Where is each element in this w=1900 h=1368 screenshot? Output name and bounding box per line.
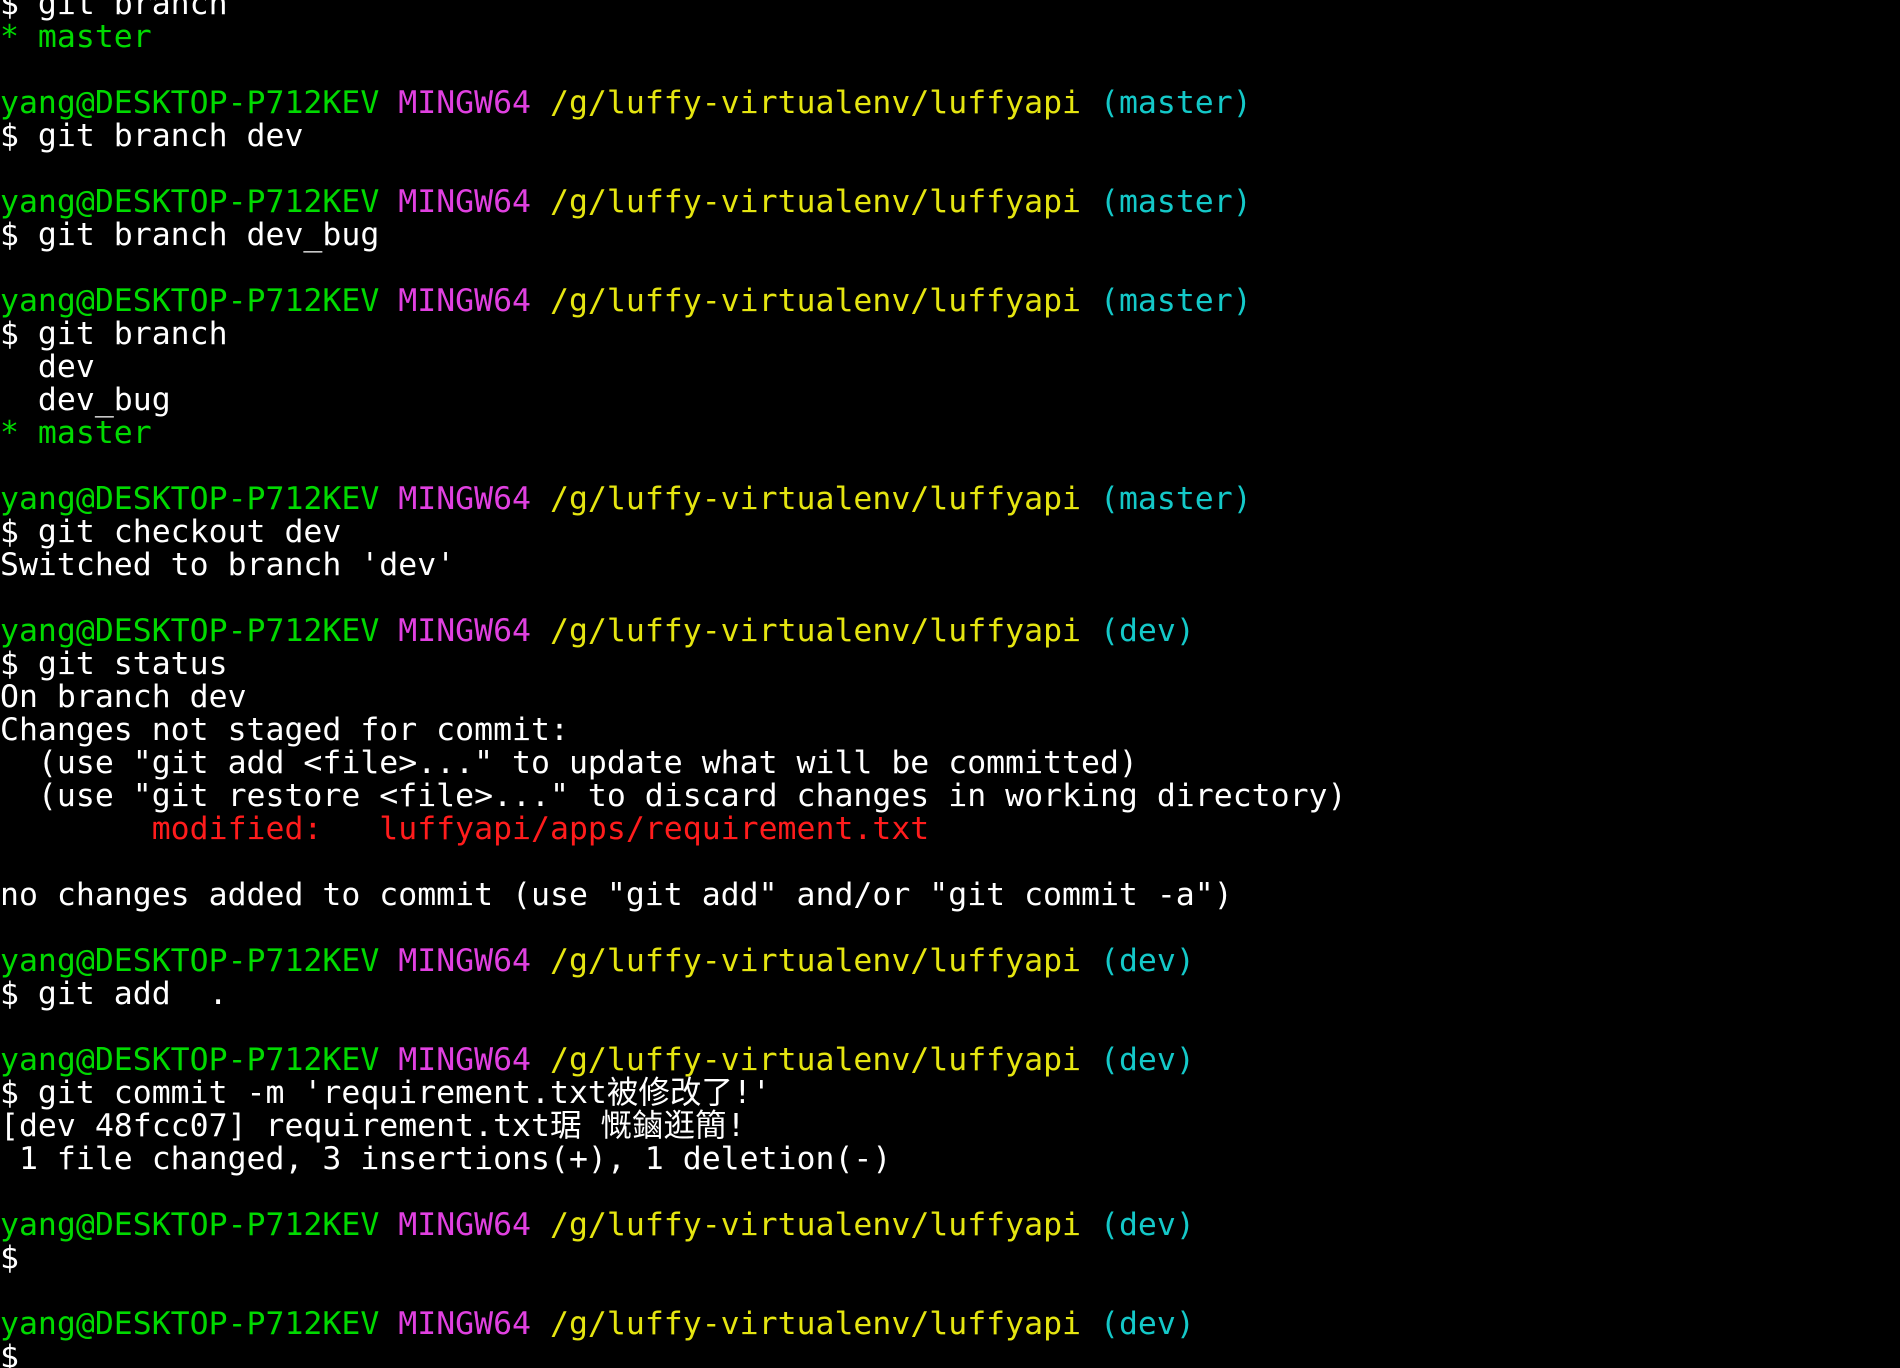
prompt-branch: (dev) (1099, 613, 1195, 649)
prompt-path: /g/luffy-virtualenv/luffyapi (550, 184, 1082, 220)
prompt-path: /g/luffy-virtualenv/luffyapi (550, 283, 1082, 319)
command-line: $ git commit -m 'requirement.txt被修改了!' (0, 1075, 771, 1111)
prompt-system: MINGW64 (398, 1042, 532, 1078)
prompt-line: yang@DESKTOP-P712KEV MINGW64 /g/luffy-vi… (0, 615, 1900, 648)
prompt-line: yang@DESKTOP-P712KEV MINGW64 /g/luffy-vi… (0, 186, 1900, 219)
output-line: dev (0, 349, 95, 385)
output-line: (use "git add <file>..." to update what … (0, 745, 1138, 781)
prompt-path: /g/luffy-virtualenv/luffyapi (550, 1207, 1082, 1243)
prompt-system: MINGW64 (398, 481, 532, 517)
prompt-line: yang@DESKTOP-P712KEV MINGW64 /g/luffy-vi… (0, 945, 1900, 978)
output-line: dev_bug (0, 382, 171, 418)
prompt-path: /g/luffy-virtualenv/luffyapi (550, 1306, 1082, 1342)
prompt-line: yang@DESKTOP-P712KEV MINGW64 /g/luffy-vi… (0, 87, 1900, 120)
prompt-user-host: yang@DESKTOP-P712KEV (0, 481, 380, 517)
output-line: (use "git restore <file>..." to discard … (0, 778, 1347, 814)
output-line: [dev 48fcc07] requirement.txt琚 慨鏀逛簡! (0, 1108, 746, 1144)
prompt-branch: (dev) (1099, 1042, 1195, 1078)
prompt-system: MINGW64 (398, 943, 532, 979)
output-line: On branch dev (0, 679, 247, 715)
prompt-branch: (master) (1099, 283, 1252, 319)
command-line: $ git branch (0, 0, 228, 22)
prompt-system: MINGW64 (398, 1306, 532, 1342)
output-line: Changes not staged for commit: (0, 712, 569, 748)
output-line: no changes added to commit (use "git add… (0, 877, 1233, 913)
command-line: $ (0, 1339, 19, 1368)
command-line: $ git checkout dev (0, 514, 342, 550)
prompt-branch: (master) (1099, 184, 1252, 220)
prompt-path: /g/luffy-virtualenv/luffyapi (550, 85, 1082, 121)
prompt-system: MINGW64 (398, 283, 532, 319)
command-line: $ git status (0, 646, 228, 682)
prompt-user-host: yang@DESKTOP-P712KEV (0, 1306, 380, 1342)
command-line: $ git branch (0, 316, 228, 352)
prompt-system: MINGW64 (398, 1207, 532, 1243)
prompt-path: /g/luffy-virtualenv/luffyapi (550, 481, 1082, 517)
prompt-branch: (dev) (1099, 943, 1195, 979)
prompt-line: yang@DESKTOP-P712KEV MINGW64 /g/luffy-vi… (0, 1209, 1900, 1242)
prompt-path: /g/luffy-virtualenv/luffyapi (550, 943, 1082, 979)
prompt-user-host: yang@DESKTOP-P712KEV (0, 1207, 380, 1243)
prompt-line: yang@DESKTOP-P712KEV MINGW64 /g/luffy-vi… (0, 285, 1900, 318)
prompt-line: yang@DESKTOP-P712KEV MINGW64 /g/luffy-vi… (0, 1308, 1900, 1341)
modified-file-line: modified: luffyapi/apps/requirement.txt (0, 811, 930, 847)
prompt-line: yang@DESKTOP-P712KEV MINGW64 /g/luffy-vi… (0, 483, 1900, 516)
command-line: $ git add . (0, 976, 228, 1012)
prompt-system: MINGW64 (398, 85, 532, 121)
prompt-branch: (master) (1099, 85, 1252, 121)
command-line: $ git branch dev_bug (0, 217, 380, 253)
prompt-user-host: yang@DESKTOP-P712KEV (0, 1042, 380, 1078)
prompt-system: MINGW64 (398, 184, 532, 220)
prompt-user-host: yang@DESKTOP-P712KEV (0, 283, 380, 319)
output-line: 1 file changed, 3 insertions(+), 1 delet… (0, 1141, 892, 1177)
terminal-window[interactable]: $ git branch * master yang@DESKTOP-P712KEV… (0, 0, 1900, 1368)
prompt-path: /g/luffy-virtualenv/luffyapi (550, 1042, 1082, 1078)
command-line: $ (0, 1240, 19, 1276)
output-line: Switched to branch 'dev' (0, 547, 456, 583)
prompt-branch: (dev) (1099, 1207, 1195, 1243)
prompt-branch: (dev) (1099, 1306, 1195, 1342)
prompt-path: /g/luffy-virtualenv/luffyapi (550, 613, 1082, 649)
prompt-user-host: yang@DESKTOP-P712KEV (0, 184, 380, 220)
prompt-system: MINGW64 (398, 613, 532, 649)
command-line: $ git branch dev (0, 118, 304, 154)
current-branch-line: * master (0, 415, 152, 451)
prompt-user-host: yang@DESKTOP-P712KEV (0, 613, 380, 649)
prompt-user-host: yang@DESKTOP-P712KEV (0, 85, 380, 121)
prompt-user-host: yang@DESKTOP-P712KEV (0, 943, 380, 979)
current-branch-line: * master (0, 19, 152, 55)
prompt-line: yang@DESKTOP-P712KEV MINGW64 /g/luffy-vi… (0, 1044, 1900, 1077)
prompt-branch: (master) (1099, 481, 1252, 517)
